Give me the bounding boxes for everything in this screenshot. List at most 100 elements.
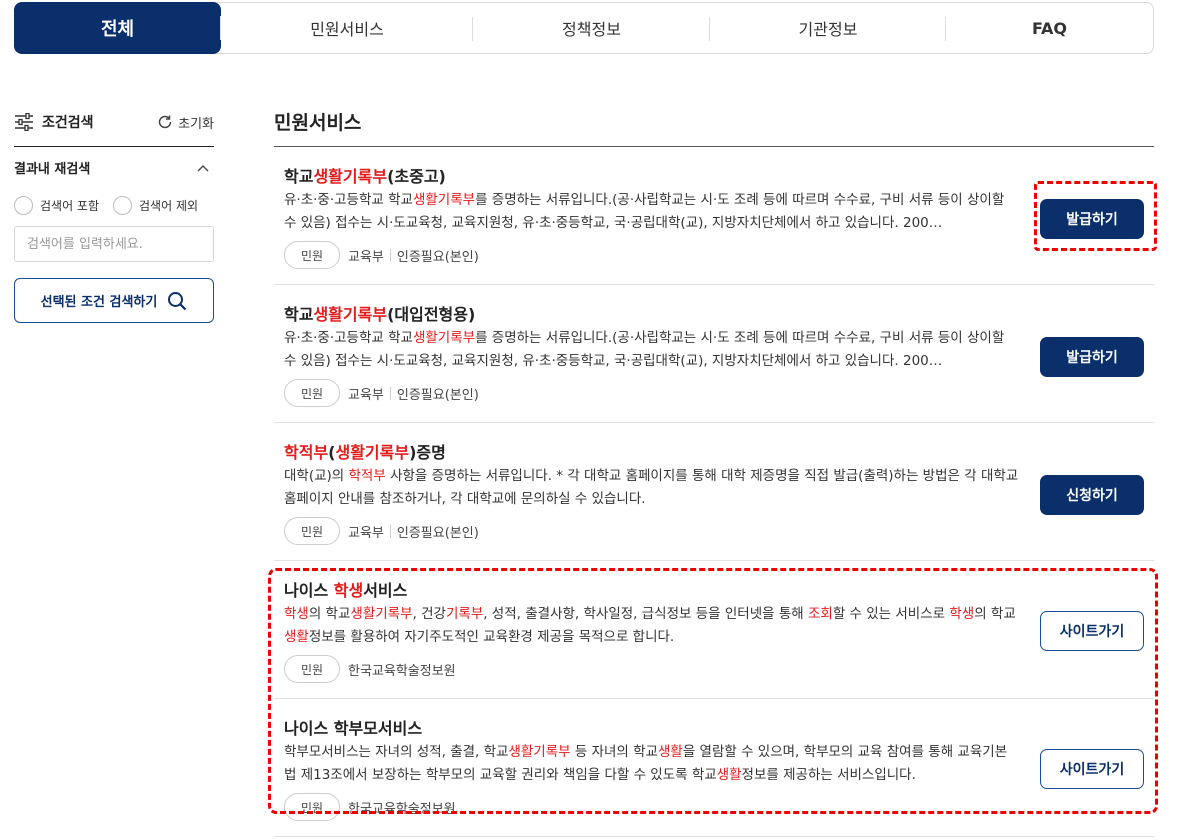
card-description: 유·초·중·고등학교 학교생활기록부를 증명하는 서류입니다.(공·사립학교는 … — [284, 189, 1019, 235]
tab-policy-info[interactable]: 정책정보 — [473, 3, 710, 53]
refresh-icon — [158, 115, 172, 129]
card-description: 대학(교)의 학적부 사항을 증명하는 서류입니다. * 각 대학교 홈페이지를… — [284, 465, 1019, 511]
text-segment: 정보를 활용하여 자기주도적인 교육환경 제공을 목적으로 합니다. — [308, 629, 675, 645]
result-search-header[interactable]: 결과내 재검색 — [14, 158, 214, 177]
search-icon — [168, 291, 187, 310]
text-segment: 유·초·중·고등학교 학교 — [284, 330, 413, 346]
meta-separator — [389, 524, 391, 538]
chevron-up-icon[interactable] — [196, 163, 210, 173]
tab-civil-service[interactable]: 민원서비스 — [221, 3, 473, 53]
reset-button[interactable]: 초기화 — [157, 113, 214, 132]
filter-title: 조건검색 — [14, 112, 94, 132]
card-title[interactable]: 학적부(생활기록부)증명 — [284, 439, 446, 463]
service-card: 학적부(생활기록부)증명 대학(교)의 학적부 사항을 증명하는 서류입니다. … — [274, 423, 1154, 561]
text-segment: 사항을 증명하는 서류입니다. * 각 대학교 홈페이지를 통해 대학 제증명을… — [284, 468, 1019, 507]
meta-separator — [389, 386, 391, 400]
text-segment: )증명 — [409, 443, 446, 462]
highlighted-keyword: 생활기록부 — [313, 167, 388, 186]
service-card: 나이스 학생서비스 학생의 학교생활기록부, 건강기록부, 성적, 출결사항, … — [274, 561, 1154, 699]
meta-separator — [389, 248, 391, 262]
issue-button[interactable]: 발급하기 — [1040, 337, 1144, 377]
result-search-label: 결과내 재검색 — [14, 162, 91, 177]
text-segment: 학교 — [284, 167, 314, 186]
text-segment: 나이스 학부모서비스 — [284, 719, 423, 738]
service-card: 학교생활기록부(초중고) 유·초·중·고등학교 학교생활기록부를 증명하는 서류… — [274, 147, 1154, 285]
tab-faq[interactable]: FAQ — [946, 3, 1153, 53]
text-segment: 의 학교 — [974, 606, 1016, 622]
text-segment: 학교 — [284, 305, 314, 324]
auth-label: 인증필요(본인) — [396, 525, 479, 541]
text-segment: (대입전형용) — [387, 305, 476, 324]
category-tag: 민원 — [284, 655, 340, 683]
sidebar-divider — [14, 146, 214, 147]
category-tag: 민원 — [284, 379, 340, 407]
card-meta: 민원 한국교육학술정보원 — [284, 655, 456, 683]
radio-include-keyword[interactable]: 검색어 포함 — [14, 196, 99, 215]
card-meta: 민원 한국교육학술정보원 — [284, 793, 456, 821]
text-segment: , 성적, 출결사항, 학사일정, 급식정보 등을 인터넷을 통해 — [483, 606, 808, 622]
service-card: 나이스 학부모서비스 학부모서비스는 자녀의 성적, 출결, 학교생활기록부 등… — [274, 699, 1154, 837]
auth-label: 인증필요(본인) — [396, 249, 479, 265]
search-selected-conditions-button[interactable]: 선택된 조건 검색하기 — [14, 278, 214, 323]
card-title[interactable]: 학교생활기록부(대입전형용) — [284, 301, 475, 325]
card-description: 유·초·중·고등학교 학교생활기록부를 증명하는 서류입니다.(공·사립학교는 … — [284, 327, 1019, 373]
card-title[interactable]: 학교생활기록부(초중고) — [284, 163, 446, 187]
text-segment: 정보를 제공하는 서비스입니다. — [741, 767, 916, 783]
section-title: 민원서비스 — [274, 112, 362, 134]
highlighted-keyword: 학생 — [949, 606, 975, 622]
highlighted-keyword: 기록부 — [445, 606, 484, 622]
highlighted-keyword: 생활 — [657, 744, 683, 760]
text-segment: 나이스 — [284, 581, 334, 600]
agency-label: 한국교육학술정보원 — [348, 801, 456, 817]
card-meta: 민원 교육부 인증필요(본인) — [284, 241, 479, 269]
filter-title-label: 조건검색 — [42, 115, 94, 131]
highlighted-keyword: 생활기록부 — [335, 443, 410, 462]
radio-circle[interactable] — [14, 196, 33, 215]
agency-label: 교육부 — [348, 525, 384, 541]
card-title[interactable]: 나이스 학부모서비스 — [284, 715, 422, 739]
filter-header: 조건검색 초기화 — [14, 108, 214, 136]
category-tabs: 전체 민원서비스 정책정보 기관정보 FAQ — [14, 2, 1154, 54]
card-title[interactable]: 나이스 학생서비스 — [284, 577, 407, 601]
text-segment: 의 학교 — [308, 606, 351, 622]
text-segment: 등 자녀의 학교 — [570, 744, 658, 760]
text-segment: 학부모서비스는 자녀의 성적, 출결, 학교 — [284, 744, 509, 760]
highlighted-keyword: 학생 — [333, 581, 364, 600]
highlighted-keyword: 생활기록부 — [412, 192, 476, 208]
apply-button[interactable]: 신청하기 — [1040, 475, 1144, 515]
card-meta: 민원 교육부 인증필요(본인) — [284, 517, 479, 545]
highlighted-keyword: 학적부 — [284, 443, 329, 462]
search-mode-radios: 검색어 포함 검색어 제외 — [14, 196, 198, 215]
agency-label: 교육부 — [348, 387, 384, 403]
text-segment: , 건강 — [412, 606, 446, 622]
highlighted-keyword: 조회 — [807, 606, 833, 622]
radio-circle[interactable] — [113, 196, 133, 215]
highlighted-keyword: 생활기록부 — [350, 606, 413, 622]
text-segment: 유·초·중·고등학교 학교 — [284, 192, 413, 208]
reset-label: 초기화 — [178, 116, 214, 132]
category-tag: 민원 — [284, 517, 340, 545]
highlighted-keyword: 생활기록부 — [412, 330, 476, 346]
issue-button[interactable]: 발급하기 — [1040, 199, 1144, 239]
tab-all[interactable]: 전체 — [14, 2, 221, 54]
card-description: 학부모서비스는 자녀의 성적, 출결, 학교생활기록부 등 자녀의 학교생활을 … — [284, 741, 1019, 787]
card-description: 학생의 학교생활기록부, 건강기록부, 성적, 출결사항, 학사일정, 급식정보… — [284, 603, 1019, 649]
go-to-site-button[interactable]: 사이트가기 — [1040, 749, 1144, 789]
highlighted-keyword: 학적부 — [348, 468, 386, 484]
category-tag: 민원 — [284, 793, 340, 821]
text-segment: (초중고) — [387, 167, 446, 186]
service-card: 학교생활기록부(대입전형용) 유·초·중·고등학교 학교생활기록부를 증명하는 … — [274, 285, 1154, 423]
radio-include-label: 검색어 포함 — [40, 199, 100, 213]
text-segment: 대학(교)의 — [284, 468, 349, 484]
agency-label: 교육부 — [348, 249, 384, 265]
keyword-search-input[interactable] — [14, 226, 214, 262]
tab-agency-info[interactable]: 기관정보 — [710, 3, 946, 53]
text-segment: 할 수 있는 서비스로 — [832, 606, 950, 622]
radio-exclude-keyword[interactable]: 검색어 제외 — [113, 196, 198, 215]
category-tag: 민원 — [284, 241, 340, 269]
go-to-site-button[interactable]: 사이트가기 — [1040, 611, 1144, 651]
highlighted-keyword: 생활기록부 — [508, 744, 571, 760]
highlighted-keyword: 생활 — [716, 767, 742, 783]
highlighted-keyword: 생활기록부 — [313, 305, 388, 324]
highlighted-keyword: 생활 — [284, 629, 309, 645]
